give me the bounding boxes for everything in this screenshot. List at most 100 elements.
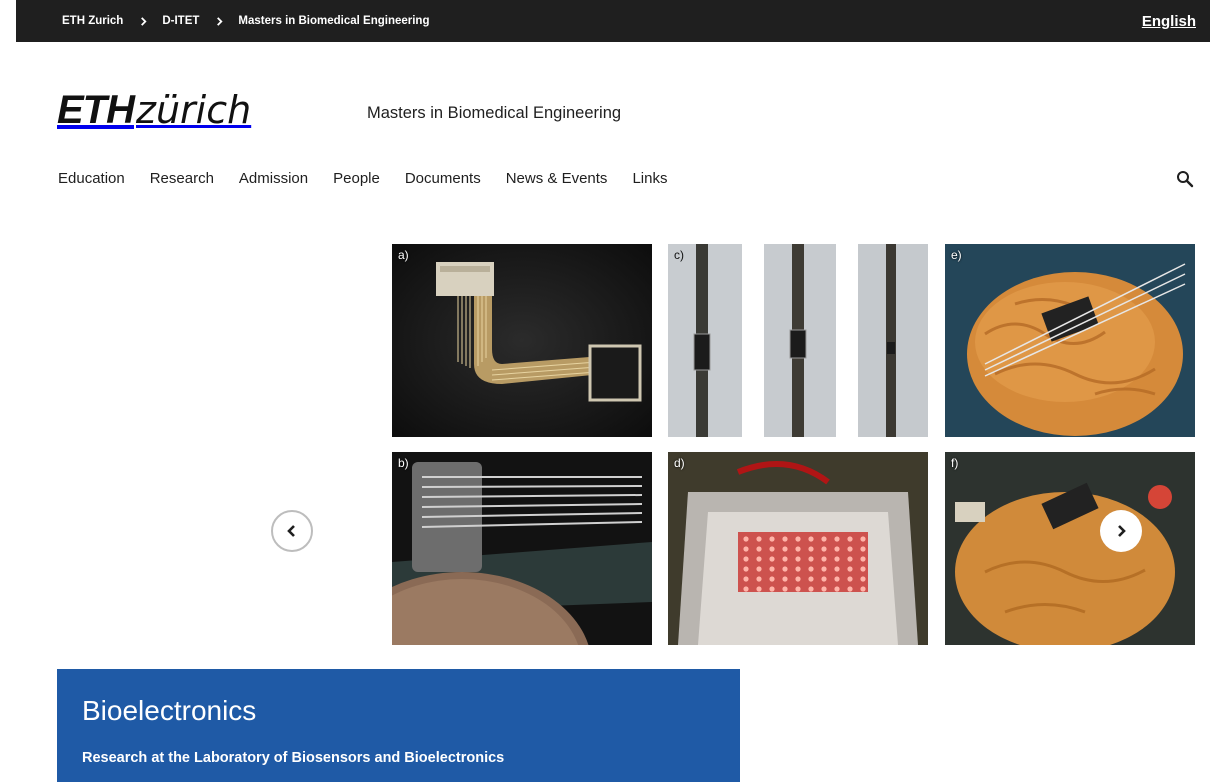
breadcrumb-eth-zurich[interactable]: ETH Zurich: [62, 15, 123, 27]
chevron-right-icon: [141, 16, 147, 26]
led-dot: [847, 576, 853, 582]
carousel-next-button[interactable]: [1100, 510, 1142, 552]
logo-zurich-text: zürich: [136, 88, 252, 132]
led-dot: [756, 546, 762, 552]
led-dot: [743, 536, 749, 542]
panel-label-f: f): [951, 456, 959, 470]
stretch-test-photo: [668, 244, 928, 437]
led-dot: [795, 566, 801, 572]
chevron-left-icon: [287, 525, 295, 537]
eth-zurich-logo[interactable]: ETH zürich: [57, 86, 251, 130]
panel-label-c: c): [674, 248, 684, 262]
led-dot: [834, 546, 840, 552]
led-dot: [782, 576, 788, 582]
led-dot: [834, 586, 840, 592]
led-dot: [808, 586, 814, 592]
led-dot: [795, 586, 801, 592]
gallery-image-f: f): [945, 452, 1195, 645]
led-dot: [743, 576, 749, 582]
led-dot: [808, 576, 814, 582]
led-dot: [860, 586, 866, 592]
led-dot: [782, 556, 788, 562]
flex-electrode-photo: [392, 244, 652, 437]
breadcrumb-masters-bme[interactable]: Masters in Biomedical Engineering: [238, 15, 429, 27]
led-dot: [834, 556, 840, 562]
led-dot: [743, 566, 749, 572]
nav-education[interactable]: Education: [58, 170, 125, 187]
logo-eth-text: ETH: [57, 88, 135, 132]
gallery-image-c: c): [668, 244, 928, 437]
led-dot: [743, 546, 749, 552]
led-dot: [795, 556, 801, 562]
led-dot: [847, 546, 853, 552]
led-dot: [834, 566, 840, 572]
led-dot: [756, 566, 762, 572]
led-dot: [769, 536, 775, 542]
led-dot: [756, 556, 762, 562]
led-dot: [821, 566, 827, 572]
page-subtitle: Research at the Laboratory of Biosensors…: [82, 750, 505, 766]
led-dot: [782, 586, 788, 592]
led-dot: [756, 586, 762, 592]
nav-links[interactable]: Links: [632, 170, 667, 187]
led-dot: [743, 586, 749, 592]
nav-documents[interactable]: Documents: [405, 170, 481, 187]
top-bar: ETH Zurich D-ITET Masters in Biomedical …: [16, 0, 1210, 42]
led-dot: [756, 576, 762, 582]
chevron-right-icon: [1118, 525, 1126, 537]
led-dot: [756, 536, 762, 542]
led-dot: [821, 546, 827, 552]
nav-admission[interactable]: Admission: [239, 170, 308, 187]
panel-label-e: e): [951, 248, 962, 262]
led-dot: [834, 536, 840, 542]
led-dot: [782, 536, 788, 542]
led-dot: [808, 566, 814, 572]
site-title: Masters in Biomedical Engineering: [367, 104, 622, 122]
nav-research[interactable]: Research: [150, 170, 214, 187]
led-dot: [782, 566, 788, 572]
led-dot: [808, 536, 814, 542]
panel-label-d: d): [674, 456, 685, 470]
led-dot: [808, 546, 814, 552]
hero-panel: Bioelectronics Research at the Laborator…: [57, 669, 740, 782]
brain-led-photo: [945, 452, 1195, 645]
led-dot: [847, 536, 853, 542]
breadcrumb-d-itet[interactable]: D-ITET: [162, 15, 199, 27]
nav-news-events[interactable]: News & Events: [506, 170, 608, 187]
led-dot: [860, 536, 866, 542]
nav-people[interactable]: People: [333, 170, 380, 187]
brain-model-photo: [945, 244, 1195, 437]
panel-label-b: b): [398, 456, 409, 470]
led-dot: [847, 556, 853, 562]
search-icon[interactable]: [1176, 170, 1194, 188]
gallery-image-a: a): [392, 244, 652, 437]
gallery-image-b: b): [392, 452, 652, 645]
gallery-image-d: d): [668, 452, 928, 645]
led-dot: [743, 556, 749, 562]
led-dot: [821, 556, 827, 562]
led-dot: [847, 566, 853, 572]
led-array-photo: [668, 452, 928, 645]
coin-scale-photo: [392, 452, 652, 645]
led-dot: [860, 576, 866, 582]
led-dot: [769, 586, 775, 592]
led-dot: [769, 546, 775, 552]
led-dot: [808, 556, 814, 562]
led-dot: [847, 586, 853, 592]
carousel-prev-button[interactable]: [271, 510, 313, 552]
led-dot: [860, 556, 866, 562]
gallery-image-e: e): [945, 244, 1195, 437]
led-dot: [795, 576, 801, 582]
page-title: Bioelectronics: [82, 695, 257, 726]
panel-label-a: a): [398, 248, 409, 262]
led-dot: [821, 586, 827, 592]
chevron-right-icon: [217, 16, 223, 26]
breadcrumb: ETH Zurich D-ITET Masters in Biomedical …: [62, 0, 429, 42]
language-switcher[interactable]: English: [1142, 0, 1196, 42]
led-dot: [821, 536, 827, 542]
led-dot: [860, 546, 866, 552]
led-dot: [782, 546, 788, 552]
led-dot: [860, 566, 866, 572]
led-dot: [769, 566, 775, 572]
led-dot: [795, 536, 801, 542]
